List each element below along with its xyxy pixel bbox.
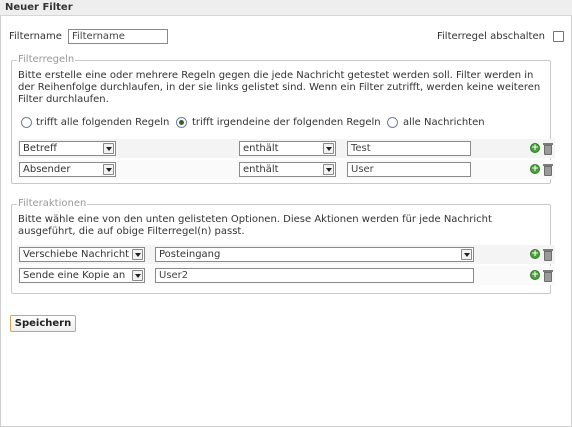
chevron-down-icon [132, 249, 143, 260]
chevron-down-icon [323, 143, 334, 154]
rules-description: Bitte erstelle eine oder mehrere Regeln … [18, 70, 541, 105]
action-type-select[interactable]: Verschiebe Nachricht [19, 247, 145, 262]
match-any-radio[interactable] [176, 117, 187, 128]
rule-operator-select[interactable]: enthält [239, 162, 336, 177]
disable-filter-label: Filterregel abschalten [437, 31, 545, 42]
action-type-value: Sende eine Kopie an [23, 270, 126, 281]
chevron-down-icon [103, 143, 114, 154]
rule-field-select[interactable]: Betreff [19, 141, 116, 156]
save-button[interactable]: Speichern [10, 315, 76, 332]
disable-filter-checkbox[interactable] [553, 31, 564, 42]
actions-description: Bitte wähle eine von den unten gelistete… [18, 214, 492, 237]
action-folder-select[interactable]: Posteingang [155, 247, 474, 262]
match-all-radio[interactable] [21, 117, 32, 128]
action-type-select[interactable]: Sende eine Kopie an [19, 268, 145, 283]
action-folder-value: Posteingang [159, 249, 221, 260]
trash-icon[interactable] [543, 143, 553, 155]
chevron-down-icon [461, 249, 472, 260]
rule-field-value: Absender [23, 164, 71, 175]
match-everything-label: alle Nachrichten [403, 117, 485, 128]
match-any-label: trifft irgendeine der folgenden Regeln [192, 117, 381, 128]
add-icon[interactable]: + [530, 164, 540, 174]
dialog-title: Neuer Filter [0, 0, 572, 16]
rule-field-select[interactable]: Absender [19, 162, 116, 177]
add-icon[interactable]: + [530, 249, 540, 259]
rule-operator-select[interactable]: enthält [239, 141, 336, 156]
rule-operator-value: enthält [243, 143, 279, 154]
add-icon[interactable]: + [530, 143, 540, 153]
chevron-down-icon [323, 164, 334, 175]
chevron-down-icon [132, 270, 143, 281]
trash-icon[interactable] [543, 249, 553, 261]
match-all-label: trifft alle folgenden Regeln [36, 117, 170, 128]
trash-icon[interactable] [543, 164, 553, 176]
rules-legend: Filterregeln [17, 54, 76, 65]
rule-field-value: Betreff [23, 143, 57, 154]
trash-icon[interactable] [543, 270, 553, 282]
rule-value-input[interactable]: User [347, 162, 471, 177]
rule-value-input[interactable]: Test [347, 141, 471, 156]
chevron-down-icon [103, 164, 114, 175]
filtername-label: Filtername [9, 31, 62, 42]
actions-legend: Filteraktionen [17, 198, 88, 209]
filtername-input[interactable] [68, 29, 168, 44]
add-icon[interactable]: + [530, 270, 540, 280]
match-everything-radio[interactable] [387, 117, 398, 128]
action-type-value: Verschiebe Nachricht [23, 249, 130, 260]
rule-operator-value: enthält [243, 164, 279, 175]
action-target-input[interactable]: User2 [155, 268, 474, 283]
